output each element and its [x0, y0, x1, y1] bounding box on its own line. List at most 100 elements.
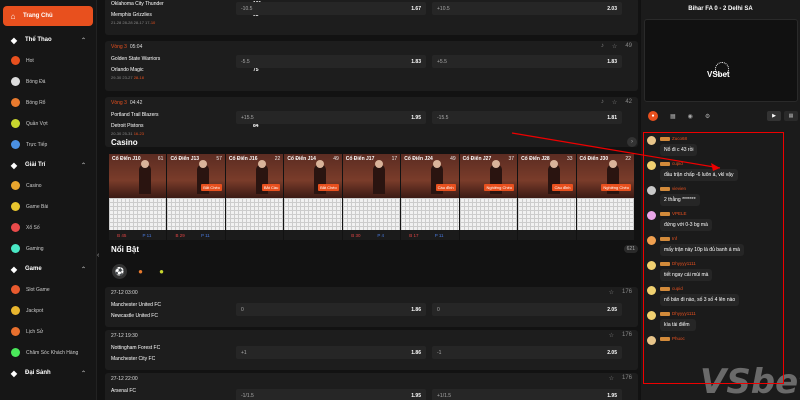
sidebar-home[interactable]: ⌂ Trang Chủ — [3, 6, 93, 26]
match-card[interactable]: Oklahoma City Thunder101Memphis Grizzlie… — [105, 0, 638, 35]
fire-icon — [11, 56, 20, 65]
sidebar-item[interactable]: Lịch Sử — [0, 321, 96, 342]
match-card[interactable]: Vòng 304:42♪☆42Portland Trail Blazers67D… — [105, 97, 638, 147]
tennis-ball-icon — [11, 119, 20, 128]
odds-button[interactable]: -15.5 1.81 — [432, 111, 622, 124]
sidebar-item[interactable]: Game Bài — [0, 196, 96, 217]
table-name: Cổ Điển J14 — [287, 156, 316, 162]
banker-count: B 29 — [175, 232, 185, 238]
odds-handicap: +1/1.5 — [437, 392, 452, 399]
eye-icon[interactable]: ◉ — [688, 113, 693, 120]
road-map — [459, 198, 518, 230]
match-time: 05:04 — [129, 44, 143, 50]
match-card[interactable]: Vòng 305:04♪☆49Golden State Warriors80Or… — [105, 41, 638, 91]
lottery-icon — [11, 223, 20, 232]
mic-icon[interactable]: ♪ — [601, 99, 604, 106]
sidebar-item[interactable]: Bóng Đá — [0, 71, 96, 92]
player-count: 49 — [450, 156, 456, 162]
sidebar-section-3[interactable]: ◆ Đại Sảnh ⌃ — [0, 363, 96, 383]
casino-table-card[interactable]: Cổ Điển J1061B 45P 11T 0 — [109, 154, 167, 240]
casino-table-card[interactable]: Cổ Điển J30 22 Nghiêng Chéo — [576, 154, 634, 240]
odds-button[interactable]: +1/1.5 1.95 — [432, 389, 622, 400]
video-player[interactable]: VSbet — [644, 19, 798, 102]
featured-count[interactable]: 621 — [623, 245, 638, 253]
video-mode-icon[interactable]: ▶ — [767, 111, 781, 121]
basketball-icon[interactable]: ● — [133, 264, 148, 279]
grid-mode-icon[interactable]: ▦ — [784, 111, 798, 121]
casino-table-card[interactable]: Cổ Điển J2449Cầu đỉnhB 17P 11T 1 — [401, 154, 459, 240]
odds-handicap: -1 — [437, 349, 442, 356]
sidebar-item[interactable]: Quần Vợt — [0, 113, 96, 134]
casino-table-card[interactable]: Cổ Điển J14 49 Bắt Chéo — [284, 154, 342, 240]
calendar-icon[interactable]: ▦ — [670, 113, 676, 120]
casino-table-card[interactable]: Cổ Điển J16 22 Bắt Cầu — [225, 154, 284, 240]
star-icon[interactable]: ☆ — [609, 375, 614, 382]
cards-icon — [11, 202, 20, 211]
sidebar-home-label: Trang Chủ — [23, 13, 53, 19]
road-map — [167, 198, 225, 230]
odds-button[interactable]: -1 2.05 — [432, 346, 622, 359]
soccer-ball-icon[interactable]: ⚽ — [112, 264, 127, 279]
settings-icon[interactable]: ⚙ — [705, 113, 710, 120]
sidebar-section-label: Giải Trí — [25, 162, 46, 168]
casino-table-card[interactable]: Cổ Điển J27 37 Nghiêng Chéo — [459, 154, 518, 240]
table-name: Cổ Điển J28 — [521, 156, 550, 162]
featured-match-card[interactable]: 27-12 22:00 ☆ 176 Arsenal FC -1/1.5 1.95 +1/1.… — [105, 373, 638, 400]
star-icon[interactable]: ☆ — [609, 289, 614, 296]
featured-match-card[interactable]: 27-12 03:00 ☆ 176 Manchester United FC Newca… — [105, 287, 638, 327]
current-quarter: 16-23 — [133, 131, 144, 136]
odds-button[interactable]: -5.5 1.83 — [236, 55, 426, 68]
chevron-up-icon: ⌃ — [80, 37, 86, 44]
current-quarter: 10 — [150, 20, 156, 25]
featured-match-card[interactable]: 27-12 19:30 ☆ 176 Nottingham Forest FC Manch… — [105, 330, 638, 370]
sidebar-item[interactable]: Bóng Rổ — [0, 92, 96, 113]
featured-match-date: 27-12 19:30 — [111, 333, 138, 339]
slot-icon — [11, 285, 20, 294]
sidebar-section-1[interactable]: ◆ Giải Trí ⌃ — [0, 155, 96, 175]
featured-match-header: 27-12 22:00 — [105, 373, 638, 385]
odds-handicap: +10.5 — [437, 5, 450, 12]
match-fav-count: 42 — [625, 99, 632, 105]
odds-button[interactable]: 0 2.05 — [432, 303, 622, 316]
odds-button[interactable]: -10.5 1.67 — [236, 2, 426, 15]
sidebar-item[interactable]: Gaming — [0, 238, 96, 259]
away-team-name: Newcastle United FC — [111, 312, 158, 319]
odds-button[interactable]: +15.5 1.95 — [236, 111, 426, 124]
table-stats: B 29P 11T 3 — [167, 230, 225, 240]
star-icon[interactable]: ☆ — [612, 99, 617, 106]
sidebar-item[interactable]: Jackpot — [0, 300, 96, 321]
sidebar-item[interactable]: Slot Game — [0, 279, 96, 300]
mic-icon[interactable]: ♪ — [601, 43, 604, 50]
odds-button[interactable]: -1/1.5 1.95 — [236, 389, 426, 400]
road-tag: Bắt Cầu — [261, 184, 281, 191]
odds-button[interactable]: +5.5 1.83 — [432, 55, 622, 68]
table-stats — [225, 230, 284, 240]
current-quarter: 28-18 — [133, 75, 144, 80]
chat-icon[interactable]: ● — [648, 111, 658, 121]
sidebar-item[interactable]: Trực Tiếp — [0, 134, 96, 155]
odds-button[interactable]: +10.5 2.03 — [432, 2, 622, 15]
casino-next-arrow-icon[interactable]: › — [627, 137, 637, 147]
banker-count: B 30 — [351, 232, 361, 238]
player-count: 22 — [274, 156, 281, 162]
odds-button[interactable]: 0 1.86 — [236, 303, 426, 316]
casino-table-card[interactable]: Cổ Điển J1717B 30P 4T 1 — [342, 154, 401, 240]
star-icon[interactable]: ☆ — [612, 43, 617, 50]
quarter-scores-text: 21-28 28-28 28-17 17- — [111, 20, 151, 25]
sidebar-section-0[interactable]: ◆ Thể Thao ⌃ — [0, 30, 96, 50]
tennis-ball-icon[interactable]: ● — [154, 264, 169, 279]
sidebar-item[interactable]: Chăm Sóc Khách Hàng — [0, 342, 96, 363]
sidebar-item-label: Xổ Số — [26, 224, 40, 231]
casino-table-card[interactable]: Cổ Điển J1357Bắt ChéoB 29P 11T 3 — [167, 154, 225, 240]
live-matches: Oklahoma City Thunder101Memphis Grizzlie… — [103, 0, 638, 153]
sidebar-item[interactable]: Hot — [0, 50, 96, 71]
odds-handicap: -1/1.5 — [241, 392, 254, 399]
dealer-figure — [372, 160, 385, 194]
sidebar-item[interactable]: Xổ Số — [0, 217, 96, 238]
odds-button[interactable]: +1 1.86 — [236, 346, 426, 359]
sidebar-section-2[interactable]: ◆ Game ⌃ — [0, 259, 96, 279]
chevron-up-icon: ⌃ — [80, 266, 86, 273]
casino-table-card[interactable]: Cổ Điển J28 33 Cầu đỉnh — [518, 154, 576, 240]
sidebar-item[interactable]: Casino — [0, 175, 96, 196]
star-icon[interactable]: ☆ — [609, 332, 614, 339]
